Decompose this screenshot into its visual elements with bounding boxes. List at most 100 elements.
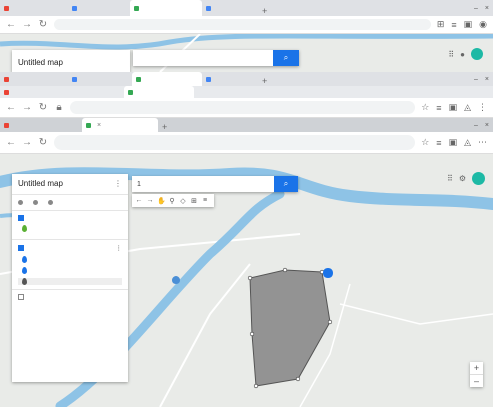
front-map-panel-title[interactable]: Untitled map xyxy=(18,179,122,188)
middle-tab-4[interactable] xyxy=(202,72,258,86)
front-redo-tool[interactable]: → xyxy=(146,197,154,204)
middle-ext-icon-1[interactable]: ≡ xyxy=(436,103,441,113)
front-measure-tool[interactable]: ≡ xyxy=(201,197,209,204)
back-close-button[interactable]: × xyxy=(485,5,489,12)
front-layer-1-checkbox[interactable] xyxy=(18,215,24,221)
front-back-button[interactable]: ← xyxy=(6,137,16,148)
back-tab-4[interactable] xyxy=(202,0,258,16)
front-layer-1 xyxy=(12,211,128,240)
front-drawn-polygon[interactable] xyxy=(249,269,331,387)
back-avatar[interactable] xyxy=(471,48,483,60)
back-url-bar: ← → ↻ ⊞ ≡ ▣ ◉ xyxy=(0,16,493,34)
front-layer-1-title[interactable] xyxy=(18,215,122,221)
back-tab-2[interactable] xyxy=(68,0,130,16)
front-layer-2-title[interactable]: ⋮ xyxy=(18,244,122,252)
front-close-button[interactable]: × xyxy=(485,122,489,129)
back-back-button[interactable]: ← xyxy=(6,19,16,30)
front-tab-2[interactable]: × xyxy=(82,118,158,132)
back-ext-icon-3[interactable]: ▣ xyxy=(464,19,473,30)
front-layer-2-item-2-pin-icon xyxy=(22,267,27,274)
front-ext-icon-2[interactable]: ▣ xyxy=(449,137,458,148)
back-map-search-input[interactable]: ⌕ xyxy=(133,50,299,66)
back-ext-icon-1[interactable]: ⊞ xyxy=(437,19,445,30)
front-tab-2-favicon xyxy=(86,122,91,128)
back-address-input[interactable] xyxy=(54,18,431,31)
middle-tab-row2-2[interactable] xyxy=(124,86,194,98)
front-menu-icon[interactable]: ⋯ xyxy=(478,137,487,148)
back-minimize-button[interactable]: – xyxy=(474,5,478,12)
back-map-search-button[interactable]: ⌕ xyxy=(273,50,299,66)
front-reload-button[interactable]: ↻ xyxy=(38,137,48,148)
front-ext-icon-1[interactable]: ≡ xyxy=(436,138,441,148)
front-layer-2-item-2[interactable] xyxy=(18,267,122,274)
back-tab-3[interactable] xyxy=(130,0,202,16)
front-tab-1[interactable] xyxy=(0,118,82,132)
front-layer-2-item-3[interactable] xyxy=(18,278,122,285)
back-tab-1[interactable] xyxy=(0,0,68,16)
middle-back-button[interactable]: ← xyxy=(6,102,16,113)
front-tab-2-close-icon[interactable]: × xyxy=(97,122,101,129)
front-ext-icon-3[interactable]: ◬ xyxy=(464,137,471,148)
front-zoom-out-button[interactable]: – xyxy=(470,374,483,387)
front-map-search-input[interactable]: 1 ⌕ xyxy=(132,176,298,192)
front-apps-icon[interactable]: ⠿ xyxy=(447,174,453,183)
middle-minimize-button[interactable]: – xyxy=(474,76,478,83)
front-map-marker-small[interactable] xyxy=(172,276,180,284)
front-address-input[interactable] xyxy=(54,135,416,150)
front-map-search-button[interactable]: ⌕ xyxy=(274,176,298,192)
front-window-controls: – × xyxy=(474,118,489,132)
front-layer-2-checkbox[interactable] xyxy=(18,245,24,251)
front-preview-button[interactable] xyxy=(48,200,55,205)
middle-tab-3[interactable] xyxy=(132,72,202,86)
front-undo-tool[interactable]: ← xyxy=(135,197,143,204)
front-directions-tool[interactable]: ⊞ xyxy=(190,197,198,205)
front-draw-line-tool[interactable]: ◇ xyxy=(179,197,187,205)
middle-tab-strip-2 xyxy=(0,86,493,98)
front-layer-1-item[interactable] xyxy=(18,225,122,232)
back-ext-icon-4[interactable]: ◉ xyxy=(479,19,487,30)
back-map-area[interactable]: Untitled map ⌕ ⠿ ● xyxy=(0,34,493,72)
front-forward-button[interactable]: → xyxy=(22,137,32,148)
middle-tab-4-favicon xyxy=(206,76,211,82)
front-layer-2-item-1[interactable] xyxy=(18,256,122,263)
middle-close-button[interactable]: × xyxy=(485,76,489,83)
back-ext-icon-2[interactable]: ≡ xyxy=(451,20,456,30)
front-base-map-toggle[interactable] xyxy=(18,294,24,300)
front-map-panel-menu-icon[interactable]: ⋮ xyxy=(114,179,122,188)
back-apps-icon[interactable]: ⠿ xyxy=(448,50,454,59)
front-layer-2: ⋮ xyxy=(12,240,128,290)
front-star-icon[interactable]: ☆ xyxy=(421,137,429,148)
middle-tab-1[interactable] xyxy=(0,72,68,86)
front-map-area[interactable]: Untitled map ⋮ ⋮ 1 ⌕ ← → ✋ ⚲ ◇ ⊞ ≡ ⠿ ⚙ +… xyxy=(0,154,493,407)
front-hand-tool[interactable]: ✋ xyxy=(157,197,166,205)
middle-star-icon[interactable]: ☆ xyxy=(421,102,429,113)
middle-menu-icon[interactable]: ⋮ xyxy=(478,102,487,113)
back-user-icon[interactable]: ● xyxy=(460,50,465,59)
middle-forward-button[interactable]: → xyxy=(22,102,32,113)
middle-address-input[interactable] xyxy=(70,100,416,115)
front-map-marker-blue[interactable] xyxy=(323,268,333,278)
front-new-tab-button[interactable]: + xyxy=(158,122,171,132)
back-reload-button[interactable]: ↻ xyxy=(38,19,48,30)
front-minimize-button[interactable]: – xyxy=(474,122,478,129)
front-base-map-row[interactable] xyxy=(12,290,128,304)
back-forward-button[interactable]: → xyxy=(22,19,32,30)
front-tab-strip: × + – × xyxy=(0,118,493,132)
front-settings-icon[interactable]: ⚙ xyxy=(459,174,466,183)
middle-tab-2[interactable] xyxy=(68,72,132,86)
middle-reload-button[interactable]: ↻ xyxy=(38,102,48,113)
back-window-controls: – × xyxy=(474,0,489,16)
front-map-panel-header: Untitled map ⋮ xyxy=(12,174,128,195)
middle-tab-row2-1[interactable] xyxy=(0,86,124,98)
middle-ext-icon-3[interactable]: ◬ xyxy=(464,102,471,113)
middle-ext-icon-2[interactable]: ▣ xyxy=(449,102,458,113)
back-tab-1-favicon xyxy=(4,5,9,11)
middle-new-tab-button[interactable]: + xyxy=(258,76,271,86)
front-avatar[interactable] xyxy=(472,172,485,185)
front-add-layer-button[interactable] xyxy=(18,200,25,205)
back-new-tab-button[interactable]: + xyxy=(258,6,271,16)
front-zoom-in-button[interactable]: + xyxy=(470,362,483,374)
front-share-button[interactable] xyxy=(33,200,40,205)
front-layer-2-menu-icon[interactable]: ⋮ xyxy=(116,244,123,252)
front-marker-tool[interactable]: ⚲ xyxy=(168,197,176,205)
